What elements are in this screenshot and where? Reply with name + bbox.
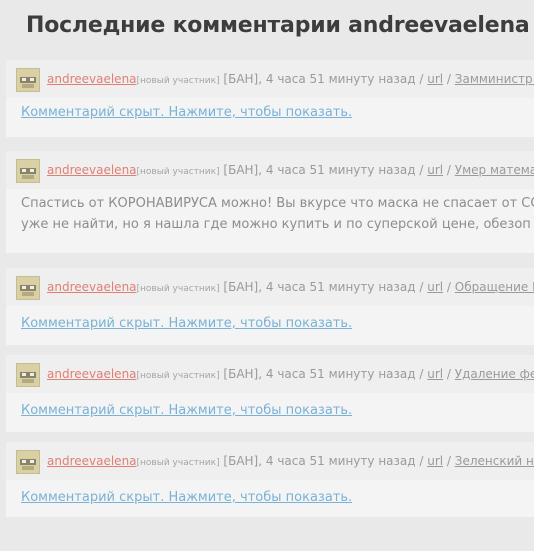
separator: / (443, 163, 455, 177)
comment-item: andreevaelena[новый участник] [БАН], 4 ч… (6, 60, 534, 137)
author-link[interactable]: andreevaelena (47, 367, 137, 381)
url-link[interactable]: url (427, 454, 443, 468)
comment-header: andreevaelena[новый участник] [БАН], 4 ч… (6, 355, 534, 393)
author-link[interactable]: andreevaelena (47, 163, 137, 177)
comment-item: andreevaelena[новый участник] [БАН], 4 ч… (6, 442, 534, 517)
show-comment-link[interactable]: Комментарий скрыт. Нажмите, чтобы показа… (21, 490, 352, 505)
avatar[interactable] (16, 68, 40, 92)
separator: / (443, 72, 455, 86)
comment-meta: andreevaelena[новый участник] [БАН], 4 ч… (47, 454, 534, 468)
separator: / (443, 454, 455, 468)
comment-item: andreevaelena[новый участник] [БАН], 4 ч… (6, 355, 534, 432)
page-title: Последние комментарии andreevaelena (26, 13, 530, 38)
comment-item: andreevaelena[новый участник] [БАН], 4 ч… (6, 151, 534, 253)
role-label: [новый участник] (136, 371, 220, 381)
url-link[interactable]: url (427, 72, 443, 86)
show-comment-link[interactable]: Комментарий скрыт. Нажмите, чтобы показа… (21, 316, 352, 331)
comment-meta: andreevaelena[новый участник] [БАН], 4 ч… (47, 163, 534, 177)
comment-meta: andreevaelena[новый участник] [БАН], 4 ч… (47, 280, 534, 294)
topic-link[interactable]: Замминистр думского.. (455, 72, 534, 86)
show-comment-link[interactable]: Комментарий скрыт. Нажмите, чтобы показа… (21, 403, 352, 418)
comment-body-line: уже не найти, но я нашла где можно купит… (21, 217, 531, 232)
status-text: [БАН], 4 часа 51 минуту назад / (219, 163, 428, 177)
role-label: [новый участник] (136, 167, 220, 177)
url-link[interactable]: url (427, 163, 443, 177)
topic-link[interactable]: Зеленский не прин (455, 454, 534, 468)
url-link[interactable]: url (427, 367, 443, 381)
author-link[interactable]: andreevaelena (47, 454, 137, 468)
topic-link[interactable]: Умер математик Се (455, 163, 534, 177)
comment-body: Спастись от КОРОНАВИРУСА можно! Вы вкурс… (21, 193, 534, 235)
comment-meta: andreevaelena[новый участник] [БАН], 4 ч… (47, 72, 534, 86)
author-link[interactable]: andreevaelena (47, 280, 137, 294)
avatar[interactable] (16, 363, 40, 387)
comment-header: andreevaelena[новый участник] [БАН], 4 ч… (6, 60, 534, 98)
comment-header: andreevaelena[новый участник] [БАН], 4 ч… (6, 268, 534, 306)
comment-header: andreevaelena[новый участник] [БАН], 4 ч… (6, 151, 534, 189)
avatar[interactable] (16, 159, 40, 183)
avatar[interactable] (16, 450, 40, 474)
separator: / (443, 280, 455, 294)
comment-body-line: Спастись от КОРОНАВИРУСА можно! Вы вкурс… (21, 196, 534, 211)
comment-item: andreevaelena[новый участник] [БАН], 4 ч… (6, 268, 534, 345)
separator: / (443, 367, 455, 381)
avatar[interactable] (16, 276, 40, 300)
status-text: [БАН], 4 часа 51 минуту назад / (219, 367, 428, 381)
status-text: [БАН], 4 часа 51 минуту назад / (219, 454, 428, 468)
topic-link[interactable]: Удаление фейков и (455, 367, 534, 381)
role-label: [новый участник] (136, 458, 220, 468)
status-text: [БАН], 4 часа 51 минуту назад / (219, 280, 428, 294)
role-label: [новый участник] (136, 76, 220, 86)
comment-header: andreevaelena[новый участник] [БАН], 4 ч… (6, 442, 534, 480)
role-label: [новый участник] (136, 284, 220, 294)
topic-link[interactable]: Обращение Путина (455, 280, 534, 294)
url-link[interactable]: url (427, 280, 443, 294)
status-text: [БАН], 4 часа 51 минуту назад / (219, 72, 428, 86)
author-link[interactable]: andreevaelena (47, 72, 137, 86)
comment-meta: andreevaelena[новый участник] [БАН], 4 ч… (47, 367, 534, 381)
show-comment-link[interactable]: Комментарий скрыт. Нажмите, чтобы показа… (21, 105, 352, 120)
